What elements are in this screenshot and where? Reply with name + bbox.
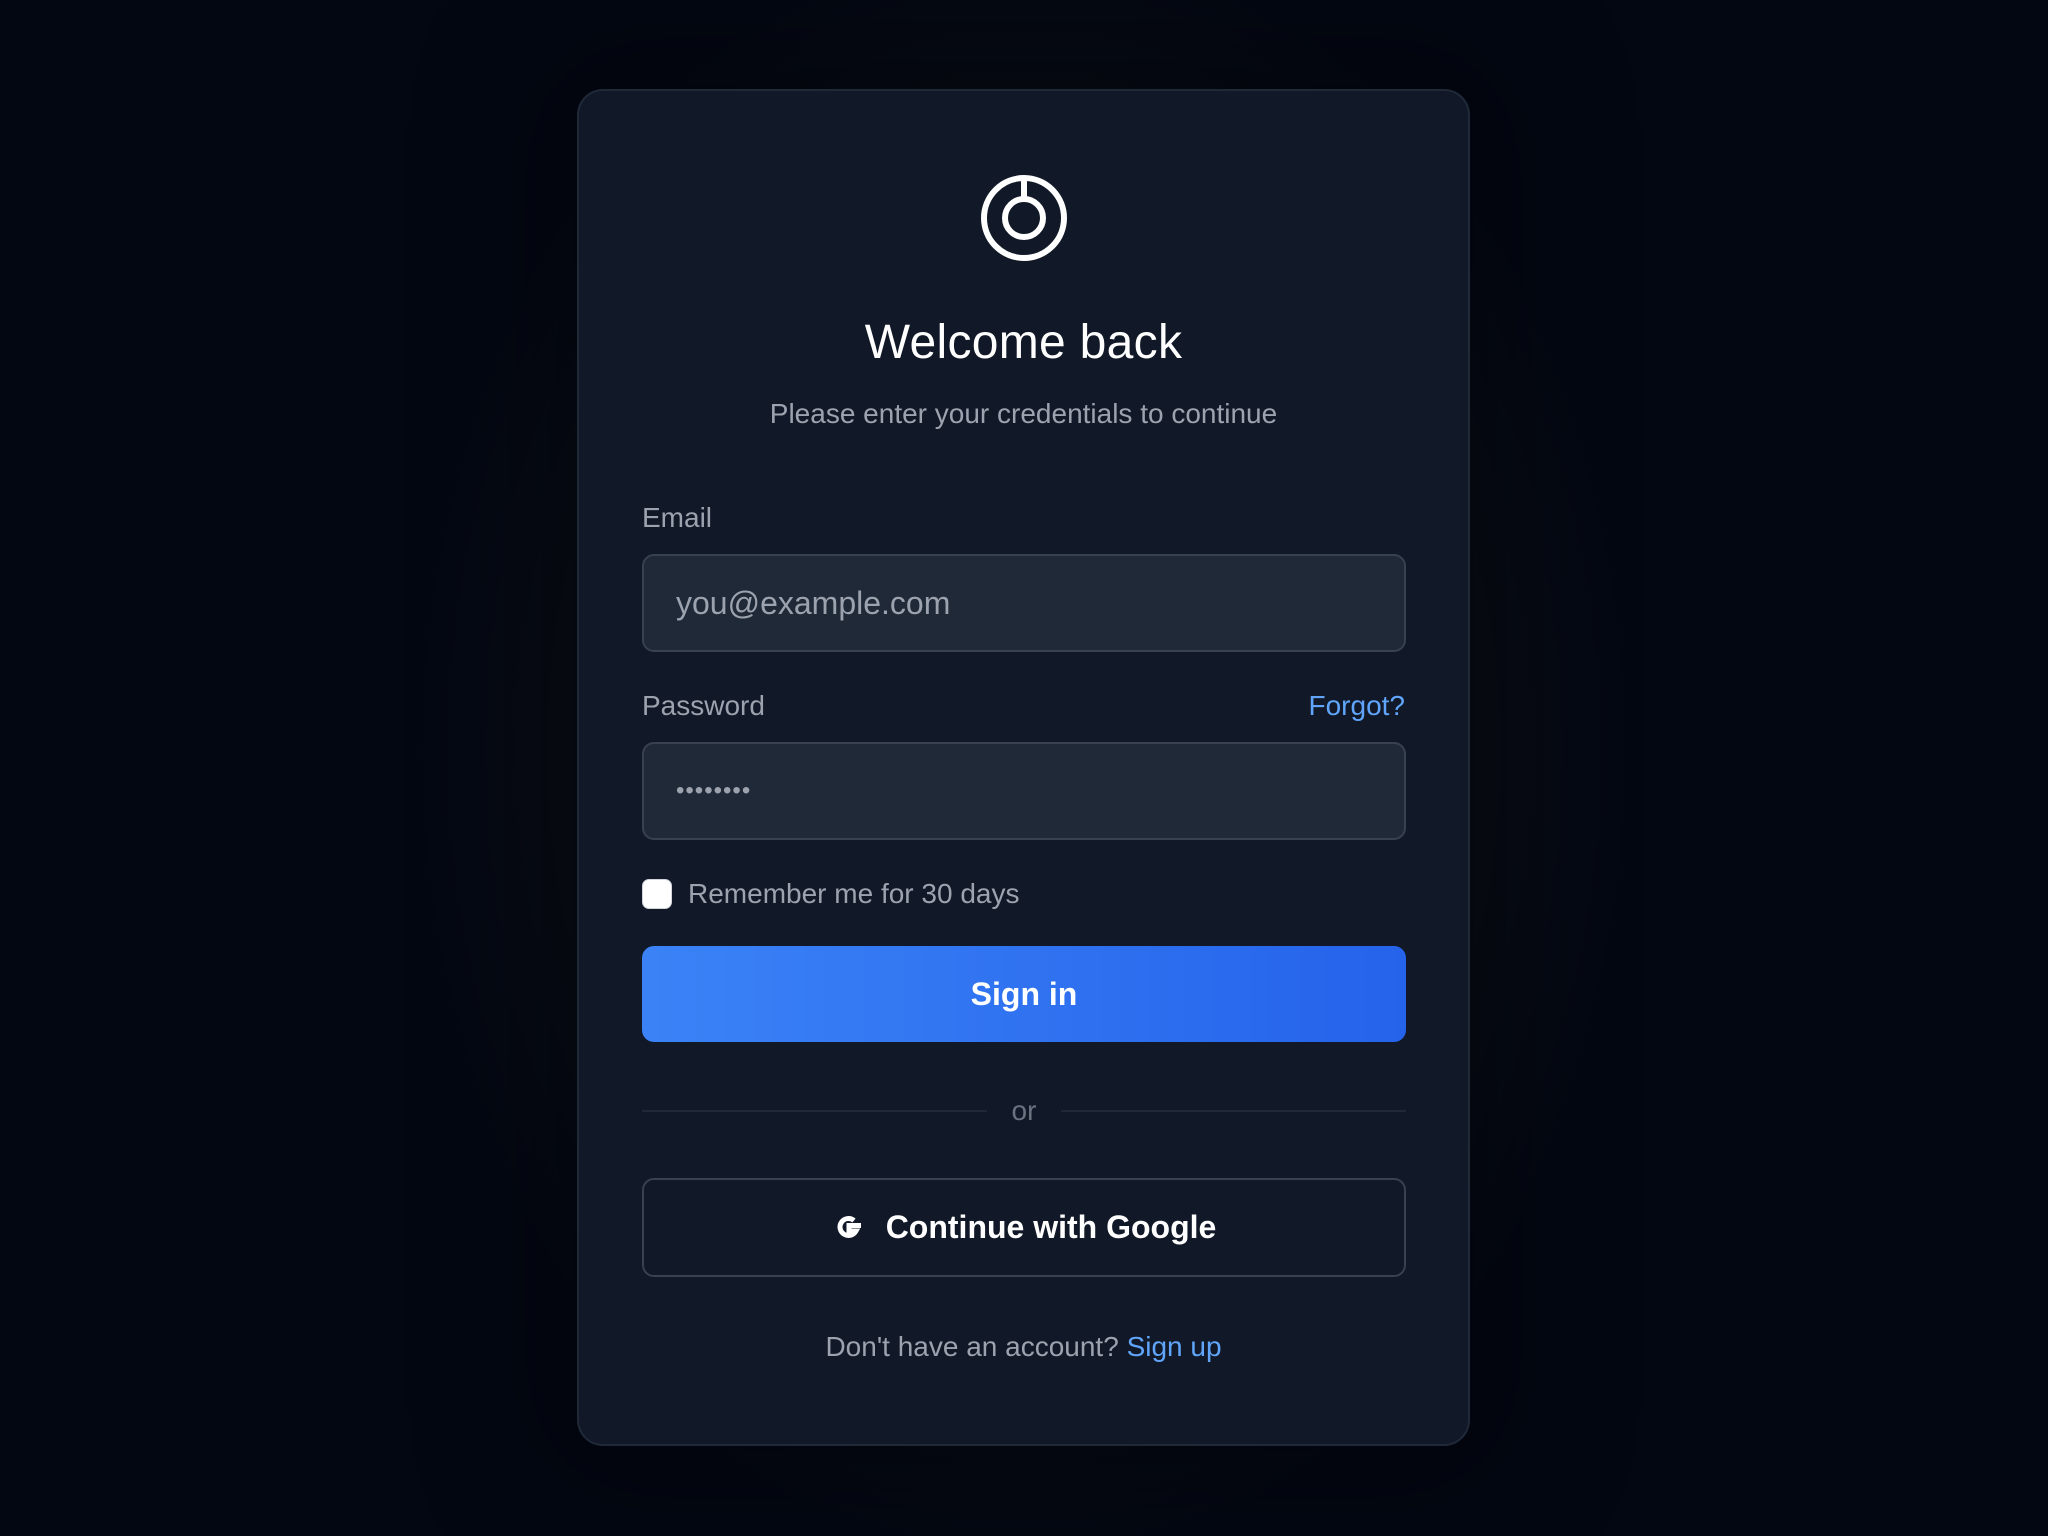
continue-with-google-button[interactable]: Continue with Google — [642, 1178, 1406, 1277]
remember-me-row: Remember me for 30 days — [642, 876, 1019, 912]
password-field[interactable] — [642, 742, 1406, 840]
remember-me-checkbox[interactable] — [642, 879, 672, 909]
signup-prompt-text: Don't have an account? — [825, 1331, 1119, 1362]
google-button-label: Continue with Google — [885, 1209, 1217, 1245]
divider-line-right — [1061, 1110, 1406, 1112]
divider-line-left — [642, 1110, 987, 1112]
email-label: Email — [642, 502, 713, 533]
google-icon — [832, 1211, 866, 1245]
page-title: Welcome back — [864, 316, 1183, 369]
password-label: Password — [642, 690, 765, 721]
sign-up-link[interactable]: Sign up — [1127, 1331, 1222, 1362]
remember-me-label: Remember me for 30 days — [688, 878, 1020, 909]
signup-prompt: Don't have an account? Sign up — [577, 1327, 1470, 1367]
power-ring-icon — [981, 175, 1067, 261]
page-subtitle: Please enter your credentials to continu… — [769, 398, 1278, 429]
forgot-password-link[interactable]: Forgot? — [1309, 688, 1406, 724]
email-field[interactable] — [642, 554, 1406, 652]
sign-in-button[interactable]: Sign in — [642, 946, 1406, 1042]
divider-text: or — [1011, 1095, 1037, 1126]
